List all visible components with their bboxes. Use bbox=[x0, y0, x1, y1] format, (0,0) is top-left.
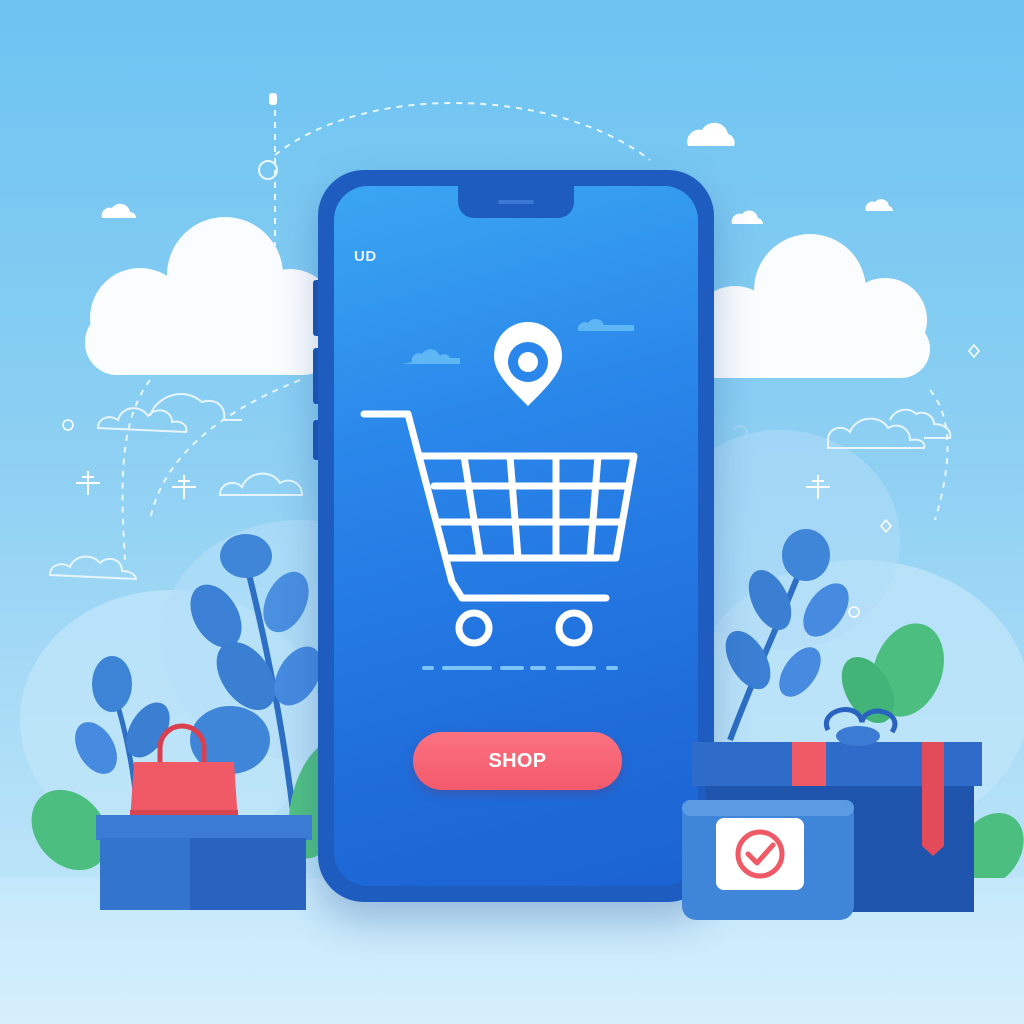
checkmark-badge-icon bbox=[682, 800, 854, 920]
shopping-bag-icon bbox=[130, 723, 238, 822]
shopping-illustration: UD SHOP bbox=[0, 0, 1024, 1024]
foreground-objects bbox=[96, 707, 982, 920]
storage-box bbox=[96, 815, 312, 910]
